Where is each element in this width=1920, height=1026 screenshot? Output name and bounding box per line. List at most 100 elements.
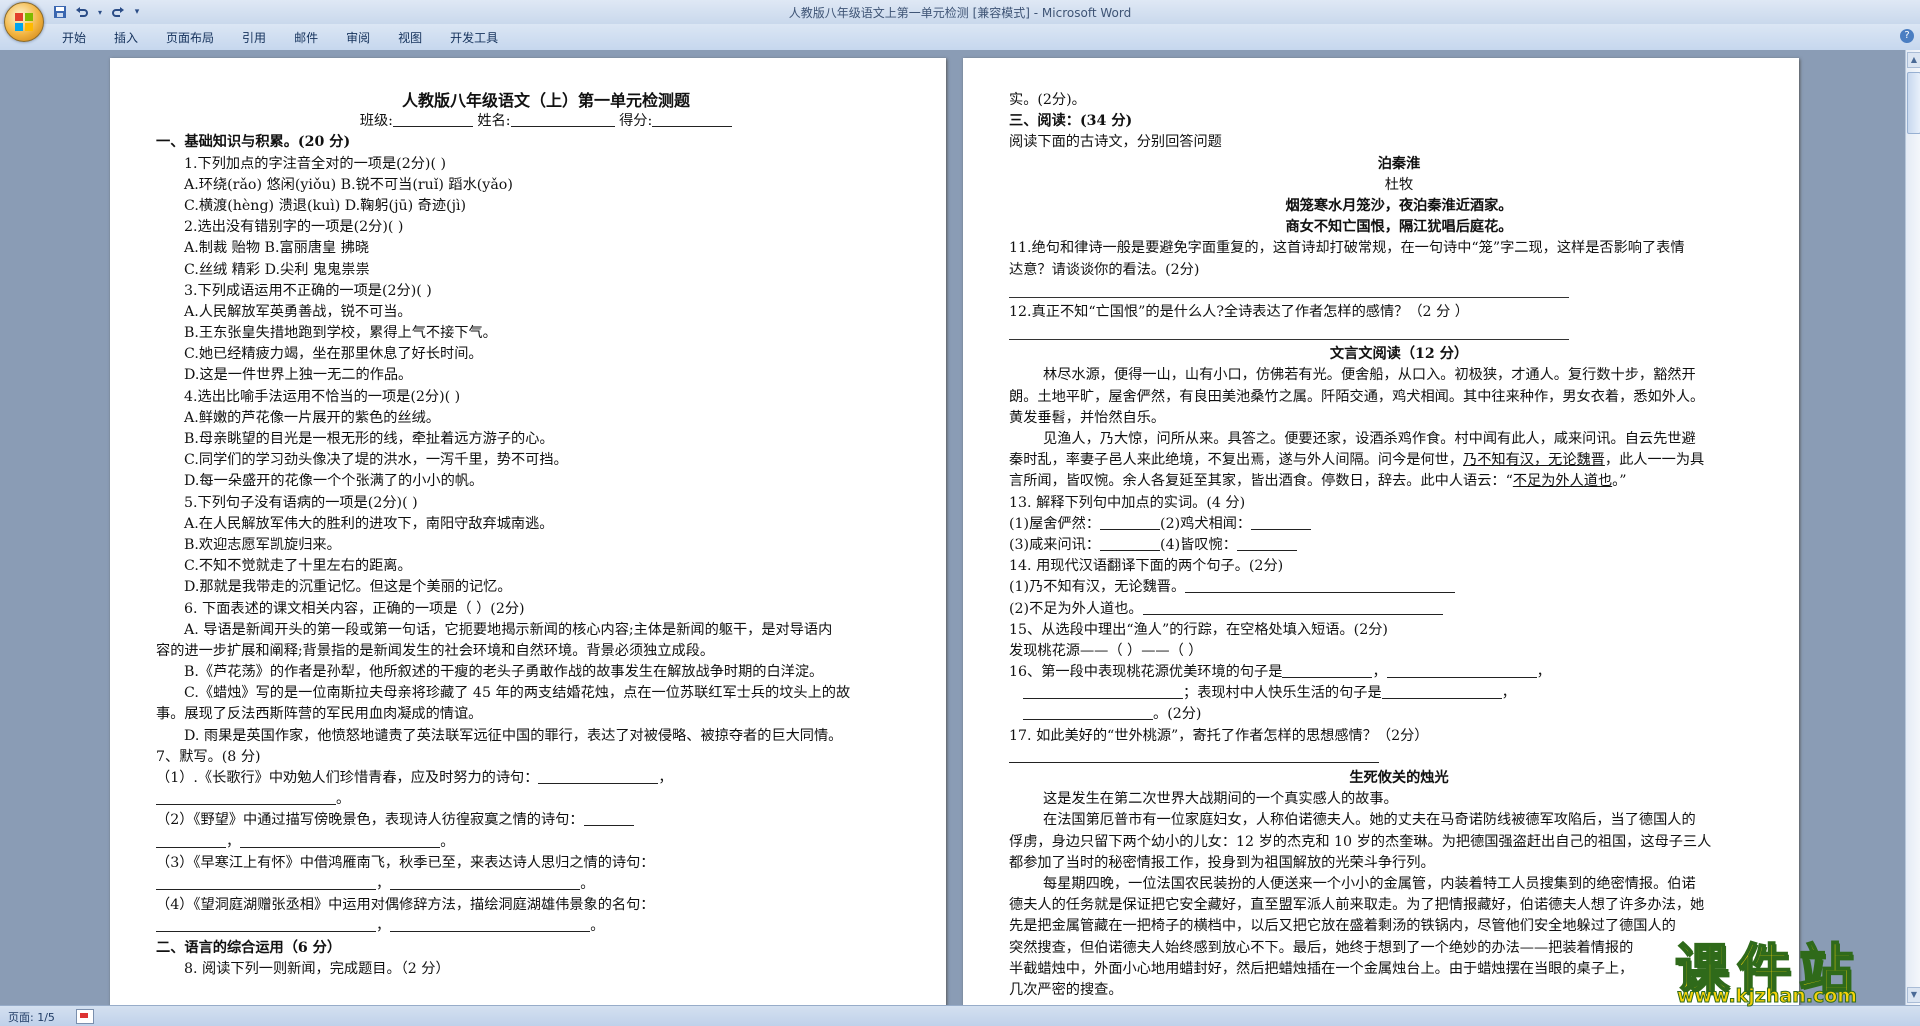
- option: A.制裁 贻物 B.富丽唐皇 拂晓: [184, 240, 370, 257]
- fill-in-item: （1）.《长歌行》中劝勉人们珍惜青春，应及时努力的诗句：，: [156, 770, 673, 786]
- tab-developer[interactable]: 开发工具: [436, 29, 512, 47]
- option: C.丝绒 精彩 D.尖利 鬼鬼祟祟: [184, 261, 370, 278]
- question: 7、默写。(8 分): [156, 748, 261, 765]
- fill-in-item: 。(2分): [1009, 704, 1789, 725]
- option: B.母亲眺望的目光是一根无形的线，牵扯着远方游子的心。: [184, 431, 554, 447]
- macro-record-icon[interactable]: [76, 1009, 94, 1024]
- passage-line: 德夫人的任务就是保证把它安全藏好，直至盟军派人前来取走。为了把情报藏好，伯诺德夫…: [1009, 897, 1705, 914]
- poem-title: 泊秦淮: [1377, 155, 1421, 172]
- passage-line: 言所闻，皆叹惋。余人各复延至其家，皆出酒食。停数日，辞去。此中人语云：“不足为外…: [1009, 473, 1627, 490]
- question: 4.选出比喻手法运用不恰当的一项是(2分)( ): [184, 388, 461, 405]
- poem-line: 商女不知亡国恨，隔江犹唱后庭花。: [1285, 219, 1513, 236]
- section-subtitle: 文言文阅读（12 分）: [1329, 346, 1469, 363]
- tab-references[interactable]: 引用: [228, 29, 280, 47]
- option: D.这是一件世界上独一无二的作品。: [184, 367, 413, 384]
- answer-blank: ，。: [156, 874, 936, 895]
- poem-author: 杜牧: [1384, 176, 1414, 193]
- fill-in-item: （3）《早寒江上有怀》中借鸿雁南飞，秋季已至，来表达诗人思归之情的诗句：: [156, 854, 655, 871]
- answer-blank: [1009, 747, 1789, 768]
- question: 11.绝句和律诗一般是要避免字面重复的，这首诗却打破常规，在一句诗中“笼”字二现…: [1009, 240, 1685, 257]
- poem-line: 烟笼寒水月笼沙，夜泊秦淮近酒家。: [1285, 197, 1513, 214]
- answer-line: [1009, 323, 1609, 344]
- passage-line: 这是发生在第二次世界大战期间的一个真实感人的故事。: [1043, 791, 1398, 808]
- ribbon: 开始 插入 页面布局 引用 邮件 审阅 视图 开发工具 ?: [0, 24, 1920, 51]
- section-heading: 三、阅读：(34 分): [1009, 113, 1133, 130]
- fill-in-item: (3)咸来问讯： (4)皆叹惋：: [1009, 535, 1789, 556]
- title-bar: ▾ ▾ 人教版八年级语文上第一单元检测 [兼容模式] - Microsoft W…: [0, 0, 1920, 25]
- question-continued: 达意？请谈谈你的看法。(2分): [1009, 261, 1200, 278]
- answer-line: [1009, 281, 1609, 302]
- status-bar: 页面: 1/5: [0, 1005, 1920, 1026]
- tab-review[interactable]: 审阅: [332, 29, 384, 47]
- text-line: 实。(2分)。: [1009, 92, 1086, 108]
- tab-mailings[interactable]: 邮件: [280, 29, 332, 47]
- passage-line: 朗。土地平旷，屋舍俨然，有良田美池桑竹之属。阡陌交通，鸡犬相闻。其中往来种作，男…: [1009, 388, 1705, 405]
- page-content: 人教版八年级语文（上）第一单元检测题 班级: 姓名: 得分: 一、基础知识与积累…: [156, 84, 936, 980]
- document-page-1[interactable]: 人教版八年级语文（上）第一单元检测题 班级: 姓名: 得分: 一、基础知识与积累…: [110, 58, 946, 1005]
- option: C.她已经精疲力竭，坐在那里休息了好长时间。: [184, 346, 483, 363]
- option: D.每一朵盛开的花像一个个张满了的小小的帆。: [184, 473, 484, 490]
- passage-line: 每星期四晚，一位法国农民装扮的人便送来一个小小的金属管，内装着特工人员搜集到的绝…: [1043, 875, 1696, 892]
- passage-line: 秦时乱，率妻子邑人来此绝境，不复出焉，遂与外人间隔。问今是何世，乃不知有汉，无论…: [1009, 452, 1705, 469]
- question: 15、从选段中理出“渔人”的行踪，在空格处填入短语。(2分): [1009, 621, 1388, 638]
- passage-line: 先是把金属管藏在一把椅子的横档中，以后又把它放在盛着剩汤的铁锅内，尽管他们安全地…: [1009, 918, 1676, 935]
- question: 17. 如此美好的“世外桃源”，寄托了作者怎样的思想感情？（2分）: [1009, 727, 1429, 744]
- passage-line: 林尽水源，便得一山，山有小口，仿佛若有光。便舍船，从口入。初极狭，才通人。复行数…: [1043, 367, 1696, 384]
- option: B.欢迎志愿军凯旋归来。: [184, 536, 341, 553]
- answer-blank: ，。: [156, 832, 936, 853]
- text-line: 阅读下面的古诗文，分别回答问题: [1009, 134, 1222, 151]
- fill-in-item: (2)不足为外人道也。: [1009, 599, 1789, 620]
- tab-view[interactable]: 视图: [384, 29, 436, 47]
- question: 14. 用现代汉语翻译下面的两个句子。(2分): [1009, 558, 1284, 575]
- tab-page-layout[interactable]: 页面布局: [152, 29, 228, 47]
- option: B.王东张皇失措地跑到学校，累得上气不接下气。: [184, 325, 497, 342]
- option: C.横渡(hèng) 溃退(kuì) D.鞠躬(jū) 奇迹(jì): [184, 197, 467, 214]
- question: 8. 阅读下列一则新闻，完成题目。（2 分）: [184, 960, 450, 977]
- option: A.人民解放军英勇善战，锐不可当。: [184, 303, 412, 320]
- fill-in-item: （4）《望洞庭湖赠张丞相》中运用对偶修辞方法，描绘洞庭湖雄伟景象的名句：: [156, 897, 655, 914]
- fill-in-item: ；表现村中人快乐生活的句子是，: [1009, 683, 1789, 704]
- office-button[interactable]: [4, 2, 44, 42]
- passage-line: 俘虏，身边只留下两个幼小的儿女：12 岁的杰克和 10 岁的杰奎琳。为把德国强盗…: [1009, 833, 1712, 850]
- answer-blank: ，。: [156, 916, 936, 937]
- fill-in-item: (1)屋舍俨然： (2)鸡犬相闻：: [1009, 514, 1789, 535]
- option: D.那就是我带走的沉重记忆。但这是个美丽的记忆。: [184, 579, 512, 596]
- option-continued: 事。展现了反法西斯阵营的军民用血肉凝成的情谊。: [156, 706, 483, 723]
- document-page-2[interactable]: 实。(2分)。 三、阅读：(34 分) 阅读下面的古诗文，分别回答问题 泊秦淮 …: [963, 58, 1799, 1005]
- passage-line: 突然搜查，但伯诺德夫人始终感到放心不下。最后，她终于想到了一个绝妙的办法——把装…: [1009, 939, 1634, 956]
- watermark-url: www.kjzhan.com: [1676, 985, 1858, 1008]
- passage-line: 半截蜡烛中，外面小心地用蜡封好，然后把蜡烛插在一个金属烛台上。由于蜡烛摆在当眼的…: [1009, 960, 1634, 977]
- help-icon[interactable]: ?: [1900, 29, 1914, 43]
- fill-in-item: 16、第一段中表现桃花源优美环境的句子是，，: [1009, 664, 1551, 681]
- passage-line: 都参加了当时的秘密情报工作，投身到为祖国解放的光荣斗争行列。: [1009, 854, 1435, 871]
- section-heading: 二、语言的综合运用（6 分）: [156, 939, 342, 956]
- passage-line: 见渔人，乃大惊，问所从来。具答之。便要还家，设酒杀鸡作食。村中闻有此人，咸来问讯…: [1043, 431, 1696, 447]
- section-heading: 一、基础知识与积累。(20 分): [156, 134, 351, 151]
- document-title: 人教版八年级语文（上）第一单元检测题: [401, 91, 690, 110]
- passage-line: 在法国第厄普市有一位家庭妇女，人称伯诺德夫人。她的丈夫在马奇诺防线被德军攻陷后，…: [1043, 812, 1696, 829]
- page-count[interactable]: 页面: 1/5: [8, 1009, 55, 1025]
- answer-blank: 。: [156, 789, 936, 810]
- option: D. 雨果是英国作家，他愤怒地谴责了英法联军远征中国的罪行，表达了对被侵略、被掠…: [184, 727, 843, 744]
- fill-in-item: 发现桃花源——（ ）——（ ）: [1009, 642, 1203, 659]
- passage-line: 几次严密的搜查。: [1009, 981, 1123, 998]
- question: 2.选出没有错别字的一项是(2分)( ): [184, 219, 404, 236]
- option: C.同学们的学习劲头像决了堤的洪水，一泻千里，势不可挡。: [184, 452, 568, 469]
- scroll-thumb[interactable]: [1907, 72, 1920, 134]
- tab-home[interactable]: 开始: [48, 29, 100, 47]
- tab-insert[interactable]: 插入: [100, 29, 152, 47]
- ribbon-tabs: 开始 插入 页面布局 引用 邮件 审阅 视图 开发工具: [48, 29, 512, 47]
- story-title: 生死攸关的烛光: [1349, 770, 1449, 786]
- question: 12.真正不知“亡国恨”的是什么人?全诗表达了作者怎样的感情？（2 分 ）: [1009, 303, 1469, 320]
- vertical-scrollbar[interactable]: ▲ ▼: [1905, 50, 1920, 1005]
- option: A.在人民解放军伟大的胜利的进攻下，南阳守敌弃城南逃。: [184, 515, 554, 532]
- student-info-line: 班级: 姓名: 得分:: [156, 111, 936, 132]
- office-logo-icon: [15, 13, 33, 31]
- option: B.《芦花荡》的作者是孙犁，他所叙述的干瘦的老头子勇敢作战的故事发生在解放战争时…: [184, 664, 824, 681]
- document-workspace: 人教版八年级语文（上）第一单元检测题 班级: 姓名: 得分: 一、基础知识与积累…: [0, 50, 1906, 1005]
- page-content: 实。(2分)。 三、阅读：(34 分) 阅读下面的古诗文，分别回答问题 泊秦淮 …: [1009, 84, 1789, 1001]
- window-title: 人教版八年级语文上第一单元检测 [兼容模式] - Microsoft Word: [788, 6, 1132, 20]
- option: C.《蜡烛》写的是一位南斯拉夫母亲将珍藏了 45 年的两支结婚花烛，点在一位苏联…: [184, 685, 851, 702]
- scroll-up-icon[interactable]: ▲: [1907, 52, 1920, 68]
- fill-in-item: （2）《野望》中通过描写傍晚景色，表现诗人彷徨寂寞之情的诗句：: [156, 810, 936, 831]
